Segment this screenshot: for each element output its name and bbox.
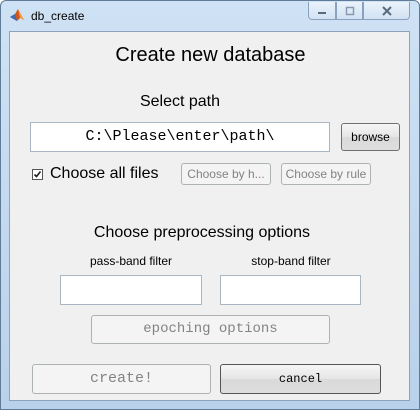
close-button[interactable] bbox=[363, 2, 410, 20]
matlab-icon bbox=[10, 9, 24, 21]
close-icon bbox=[381, 5, 392, 16]
pass-band-filter-input[interactable] bbox=[60, 275, 202, 305]
choose-by-rule-button[interactable]: Choose by rule bbox=[281, 163, 371, 185]
minimize-button[interactable] bbox=[308, 2, 336, 20]
stop-band-filter-label: stop-band filter bbox=[251, 254, 331, 268]
create-button[interactable]: create! bbox=[32, 364, 211, 394]
choose-all-files-checkbox[interactable]: Choose all files bbox=[32, 165, 159, 183]
path-input[interactable]: C:\Please\enter\path\ bbox=[30, 122, 330, 152]
choose-all-files-label: Choose all files bbox=[50, 165, 159, 182]
stop-band-filter-input[interactable] bbox=[220, 275, 361, 305]
cancel-button[interactable]: cancel bbox=[220, 364, 381, 394]
checkbox-box[interactable] bbox=[32, 168, 43, 180]
title-bar[interactable]: db_create bbox=[1, 1, 419, 31]
choose-by-h-button[interactable]: Choose by h... bbox=[181, 163, 271, 185]
dialog-content: Create new database Select path C:\Pleas… bbox=[9, 31, 410, 401]
maximize-icon bbox=[345, 6, 354, 15]
minimize-icon bbox=[318, 11, 326, 14]
pass-band-filter-label: pass-band filter bbox=[89, 254, 173, 268]
epoching-options-button[interactable]: epoching options bbox=[91, 315, 330, 344]
select-path-label: Select path bbox=[139, 93, 221, 110]
maximize-button[interactable] bbox=[336, 2, 363, 20]
dialog-window: db_create Create new database Select pat… bbox=[0, 0, 420, 410]
page-title: Create new database bbox=[115, 44, 306, 66]
checkmark-icon bbox=[33, 170, 42, 178]
window-title: db_create bbox=[31, 9, 85, 23]
preprocessing-label: Choose preprocessing options bbox=[93, 224, 311, 241]
browse-button[interactable]: browse bbox=[341, 123, 400, 151]
